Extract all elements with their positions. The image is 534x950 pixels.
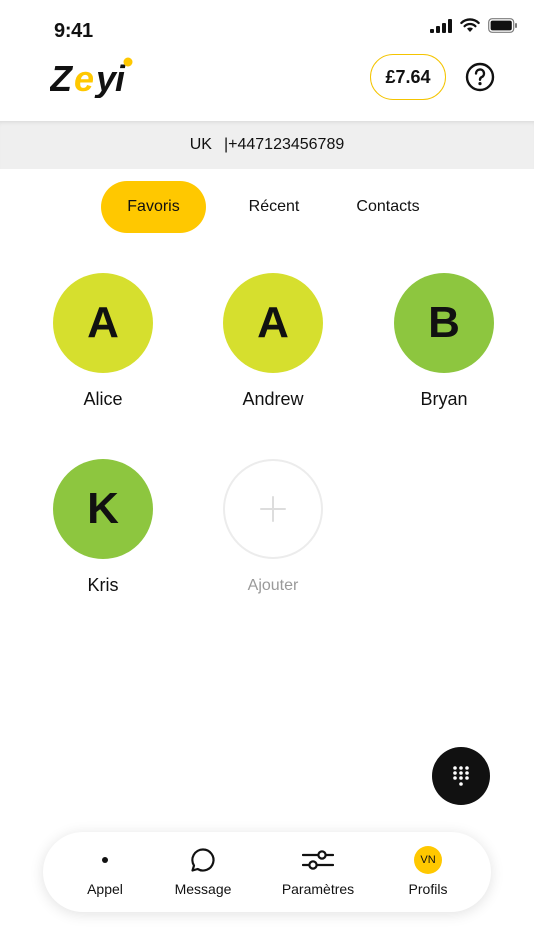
battery-icon [488, 18, 517, 33]
dialpad-button[interactable] [432, 747, 490, 805]
nav-message[interactable]: Message [158, 832, 248, 912]
avatar: A [223, 273, 323, 373]
nav-label: Message [174, 881, 232, 897]
tab-bar: Favoris Récent Contacts [0, 181, 534, 233]
app-header: Z e yi £7.64 [0, 52, 534, 120]
contact-name: Bryan [420, 389, 468, 409]
tab-label: Contacts [356, 198, 420, 215]
cellular-signal-icon [430, 18, 452, 33]
contact-name: Andrew [242, 389, 304, 409]
add-label: Ajouter [247, 577, 299, 594]
tab-label: Récent [248, 198, 300, 215]
nav-appel[interactable]: Appel [65, 832, 145, 912]
status-bar: 9:41 [0, 0, 534, 52]
favorite-contact[interactable]: A Andrew [208, 273, 338, 410]
svg-text:Z: Z [50, 58, 74, 98]
favorite-contact[interactable]: K Kris [38, 459, 168, 596]
avatar: B [394, 273, 494, 373]
plus-icon [260, 496, 286, 522]
help-icon[interactable] [465, 62, 495, 92]
nav-parametres[interactable]: Paramètres [273, 832, 363, 912]
status-icons [430, 18, 518, 33]
bottom-navigation: Appel Message Paramètres VN Profils [43, 832, 491, 912]
svg-text:e: e [74, 58, 94, 98]
dialpad-icon [453, 766, 469, 786]
phone-number: |+447123456789 [223, 136, 345, 153]
sliders-icon [302, 850, 334, 870]
wifi-icon [460, 18, 480, 32]
add-favorite-button[interactable]: Ajouter [208, 459, 338, 595]
tab-recent[interactable]: Récent [230, 181, 318, 233]
nav-label: Profils [408, 881, 448, 897]
avatar: A [53, 273, 153, 373]
nav-profils[interactable]: VN Profils [388, 832, 468, 912]
status-time: 9:41 [54, 20, 93, 42]
profile-badge-icon: VN [414, 846, 442, 874]
dot-icon [102, 857, 108, 863]
contact-name: Kris [87, 575, 119, 595]
tab-contacts[interactable]: Contacts [340, 181, 436, 233]
tab-label: Favoris [127, 198, 180, 215]
tab-favoris[interactable]: Favoris [101, 181, 206, 233]
svg-text:yi: yi [94, 58, 126, 98]
nav-label: Paramètres [281, 881, 355, 897]
nav-label: Appel [87, 881, 123, 897]
favorite-contact[interactable]: A Alice [38, 273, 168, 410]
avatar: K [53, 459, 153, 559]
add-avatar [223, 459, 323, 559]
contact-name: Alice [83, 389, 123, 409]
country-code: UK [189, 136, 212, 153]
balance-value: £7.64 [385, 66, 431, 87]
chat-bubble-icon [191, 848, 215, 872]
balance-button[interactable]: £7.64 [370, 54, 446, 100]
favorite-contact[interactable]: B Bryan [379, 273, 509, 410]
zeyi-logo: Z e yi [50, 57, 133, 98]
caller-id-bar[interactable]: UK |+447123456789 [0, 121, 534, 169]
